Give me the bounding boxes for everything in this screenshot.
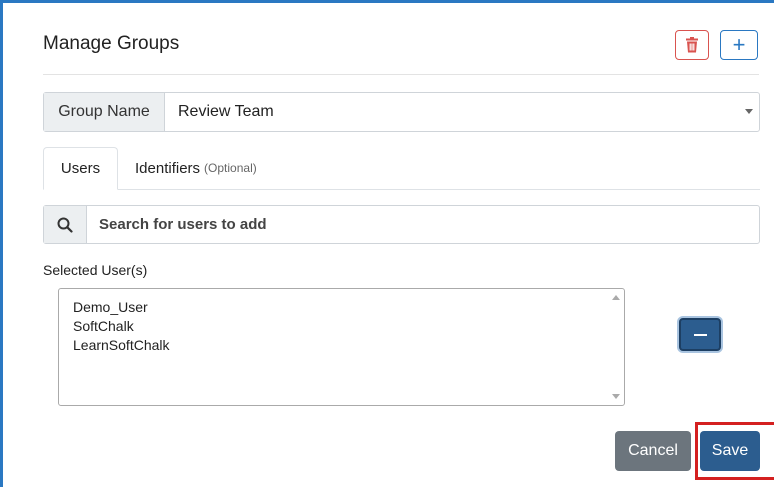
add-group-button[interactable]: + — [720, 30, 758, 60]
list-item[interactable]: LearnSoftChalk — [73, 336, 170, 355]
tab-bar: Users Identifiers (Optional) — [43, 147, 760, 190]
plus-icon: + — [732, 32, 746, 57]
selected-users-list[interactable]: Demo_User SoftChalk LearnSoftChalk — [58, 288, 625, 406]
trash-icon — [686, 37, 698, 53]
search-input[interactable] — [87, 206, 759, 243]
dialog-title: Manage Groups — [43, 33, 180, 54]
cancel-button[interactable]: Cancel — [615, 431, 691, 471]
scroll-up-icon[interactable] — [612, 295, 620, 300]
delete-group-button[interactable] — [675, 30, 709, 60]
manage-groups-dialog: Manage Groups + Group Name Review Team U… — [14, 3, 774, 487]
scroll-down-icon[interactable] — [612, 394, 620, 399]
list-item[interactable]: SoftChalk — [73, 317, 170, 336]
selected-users-items: Demo_User SoftChalk LearnSoftChalk — [73, 298, 170, 355]
list-scrollbar[interactable] — [607, 289, 624, 405]
tab-users[interactable]: Users — [43, 147, 118, 190]
tab-users-label: Users — [60, 160, 101, 177]
group-name-label: Group Name — [44, 93, 165, 131]
header-divider — [43, 74, 759, 75]
tab-identifiers-label: Identifiers — [135, 159, 201, 177]
group-name-field: Group Name Review Team — [43, 92, 760, 132]
user-search — [43, 205, 760, 244]
tab-identifiers-optional: (Optional) — [204, 161, 257, 175]
remove-user-button[interactable] — [679, 318, 721, 351]
chevron-down-icon — [745, 109, 753, 114]
save-button[interactable]: Save — [700, 431, 760, 471]
group-name-select[interactable]: Review Team — [165, 93, 759, 131]
search-addon — [44, 206, 87, 243]
search-icon — [57, 217, 73, 233]
tab-identifiers[interactable]: Identifiers (Optional) — [135, 147, 257, 189]
group-name-value: Review Team — [178, 103, 274, 120]
list-item[interactable]: Demo_User — [73, 298, 170, 317]
selected-users-label: Selected User(s) — [43, 262, 148, 278]
